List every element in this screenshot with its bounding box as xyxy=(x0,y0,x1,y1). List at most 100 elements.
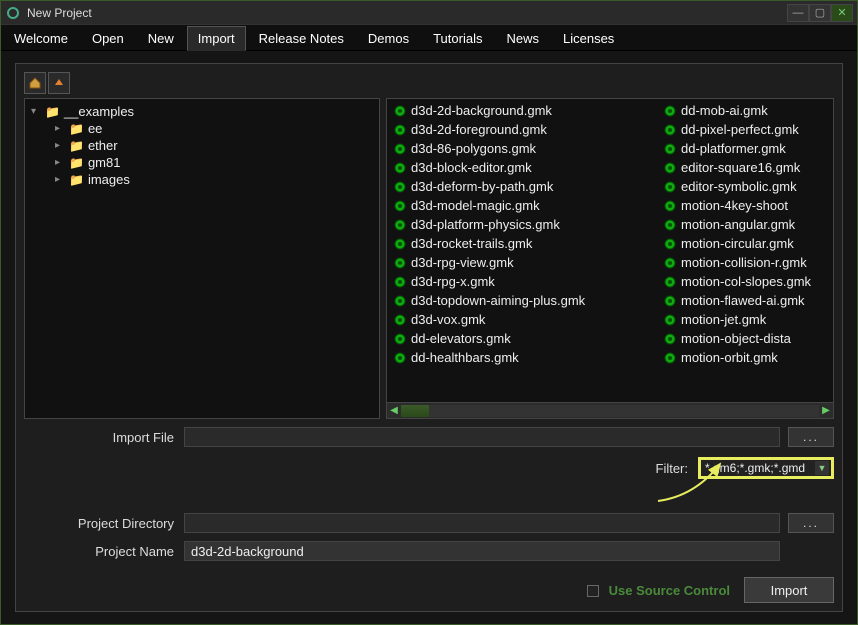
close-button[interactable]: ✕ xyxy=(831,4,853,22)
gmk-file-icon xyxy=(393,294,407,308)
tree-label: gm81 xyxy=(88,155,121,170)
file-item[interactable]: motion-4key-shoot xyxy=(661,196,833,215)
expand-icon[interactable]: ▸ xyxy=(55,174,65,185)
file-name: d3d-model-magic.gmk xyxy=(411,196,540,215)
tab-new[interactable]: New xyxy=(137,26,185,50)
file-item[interactable]: motion-angular.gmk xyxy=(661,215,833,234)
filter-combo[interactable]: *.gm6;*.gmk;*.gmd ▼ xyxy=(698,457,834,479)
tab-news[interactable]: News xyxy=(495,26,550,50)
file-item[interactable]: d3d-vox.gmk xyxy=(391,310,661,329)
file-item[interactable]: editor-symbolic.gmk xyxy=(661,177,833,196)
file-item[interactable]: motion-circular.gmk xyxy=(661,234,833,253)
file-name: d3d-vox.gmk xyxy=(411,310,485,329)
gmk-file-icon xyxy=(663,104,677,118)
gmk-file-icon xyxy=(393,275,407,289)
file-item[interactable]: d3d-2d-foreground.gmk xyxy=(391,120,661,139)
file-item[interactable]: d3d-rpg-view.gmk xyxy=(391,253,661,272)
tab-open[interactable]: Open xyxy=(81,26,135,50)
file-item[interactable]: dd-elevators.gmk xyxy=(391,329,661,348)
file-name: motion-circular.gmk xyxy=(681,234,794,253)
tree-folder[interactable]: ▸📁gm81 xyxy=(31,154,373,171)
file-item[interactable]: dd-healthbars.gmk xyxy=(391,348,661,367)
content-area: ▾ 📁 __examples ▸📁ee▸📁ether▸📁gm81▸📁images… xyxy=(1,51,857,624)
tab-welcome[interactable]: Welcome xyxy=(3,26,79,50)
file-item[interactable]: editor-square16.gmk xyxy=(661,158,833,177)
tab-release-notes[interactable]: Release Notes xyxy=(248,26,355,50)
gmk-file-icon xyxy=(663,123,677,137)
up-dir-button[interactable] xyxy=(48,72,70,94)
file-item[interactable]: d3d-model-magic.gmk xyxy=(391,196,661,215)
file-item[interactable]: d3d-86-polygons.gmk xyxy=(391,139,661,158)
use-source-control[interactable]: Use Source Control xyxy=(587,583,730,598)
scroll-left-icon[interactable]: ◀ xyxy=(387,404,401,418)
file-item[interactable]: d3d-block-editor.gmk xyxy=(391,158,661,177)
file-item[interactable]: dd-pixel-perfect.gmk xyxy=(661,120,833,139)
scroll-thumb[interactable] xyxy=(401,405,429,417)
file-item[interactable]: d3d-rpg-x.gmk xyxy=(391,272,661,291)
file-item[interactable]: dd-platformer.gmk xyxy=(661,139,833,158)
file-item[interactable]: dd-mob-ai.gmk xyxy=(661,101,833,120)
file-name: d3d-block-editor.gmk xyxy=(411,158,532,177)
project-dir-input[interactable] xyxy=(184,513,780,533)
app-icon xyxy=(5,5,21,21)
browse-dir-button[interactable]: ... xyxy=(788,513,834,533)
file-name: motion-orbit.gmk xyxy=(681,348,778,367)
file-item[interactable]: d3d-2d-background.gmk xyxy=(391,101,661,120)
tree-root[interactable]: ▾ 📁 __examples xyxy=(31,103,373,120)
project-name-label: Project Name xyxy=(24,544,184,559)
expand-icon[interactable]: ▸ xyxy=(55,157,65,168)
gmk-file-icon xyxy=(393,313,407,327)
tree-folder[interactable]: ▸📁images xyxy=(31,171,373,188)
file-name: motion-jet.gmk xyxy=(681,310,766,329)
tree-folder[interactable]: ▸📁ether xyxy=(31,137,373,154)
tree-label: images xyxy=(88,172,130,187)
window-controls: — ▢ ✕ xyxy=(787,4,853,22)
scroll-right-icon[interactable]: ▶ xyxy=(819,404,833,418)
file-list-hscroll[interactable]: ◀ ▶ xyxy=(387,402,833,418)
file-item[interactable]: d3d-topdown-aiming-plus.gmk xyxy=(391,291,661,310)
file-name: d3d-deform-by-path.gmk xyxy=(411,177,553,196)
tree-folder[interactable]: ▸📁ee xyxy=(31,120,373,137)
bottom-actions: Use Source Control Import xyxy=(24,577,834,603)
tab-import[interactable]: Import xyxy=(187,26,246,51)
home-button[interactable] xyxy=(24,72,46,94)
scroll-track[interactable] xyxy=(401,405,819,417)
file-item[interactable]: motion-object-dista xyxy=(661,329,833,348)
tab-demos[interactable]: Demos xyxy=(357,26,420,50)
file-name: d3d-rpg-x.gmk xyxy=(411,272,495,291)
import-button[interactable]: Import xyxy=(744,577,834,603)
project-name-row: Project Name xyxy=(24,541,834,561)
file-item[interactable]: d3d-deform-by-path.gmk xyxy=(391,177,661,196)
file-item[interactable]: motion-orbit.gmk xyxy=(661,348,833,367)
minimize-button[interactable]: — xyxy=(787,4,809,22)
main-tabbar: WelcomeOpenNewImportRelease NotesDemosTu… xyxy=(1,25,857,51)
tab-tutorials[interactable]: Tutorials xyxy=(422,26,493,50)
file-item[interactable]: motion-collision-r.gmk xyxy=(661,253,833,272)
checkbox-icon[interactable] xyxy=(587,585,599,597)
file-item[interactable]: motion-flawed-ai.gmk xyxy=(661,291,833,310)
maximize-button[interactable]: ▢ xyxy=(809,4,831,22)
expand-icon[interactable]: ▸ xyxy=(55,123,65,134)
gmk-file-icon xyxy=(663,218,677,232)
folder-icon: 📁 xyxy=(69,139,84,153)
import-file-input[interactable] xyxy=(184,427,780,447)
gmk-file-icon xyxy=(663,351,677,365)
chevron-down-icon[interactable]: ▼ xyxy=(815,461,829,475)
file-item[interactable]: d3d-rocket-trails.gmk xyxy=(391,234,661,253)
file-item[interactable]: motion-jet.gmk xyxy=(661,310,833,329)
source-control-label: Use Source Control xyxy=(609,583,730,598)
browse-import-button[interactable]: ... xyxy=(788,427,834,447)
project-name-input[interactable] xyxy=(184,541,780,561)
import-file-row: Import File ... xyxy=(24,427,834,447)
expand-icon[interactable]: ▾ xyxy=(31,106,41,117)
tab-licenses[interactable]: Licenses xyxy=(552,26,625,50)
folder-tree[interactable]: ▾ 📁 __examples ▸📁ee▸📁ether▸📁gm81▸📁images xyxy=(24,98,380,419)
file-list[interactable]: d3d-2d-background.gmkd3d-2d-foreground.g… xyxy=(387,99,833,402)
window-title: New Project xyxy=(27,6,787,20)
file-list-pane: d3d-2d-background.gmkd3d-2d-foreground.g… xyxy=(386,98,834,419)
file-item[interactable]: d3d-platform-physics.gmk xyxy=(391,215,661,234)
file-browser-toolbar xyxy=(24,72,834,94)
file-name: dd-pixel-perfect.gmk xyxy=(681,120,799,139)
file-item[interactable]: motion-col-slopes.gmk xyxy=(661,272,833,291)
expand-icon[interactable]: ▸ xyxy=(55,140,65,151)
